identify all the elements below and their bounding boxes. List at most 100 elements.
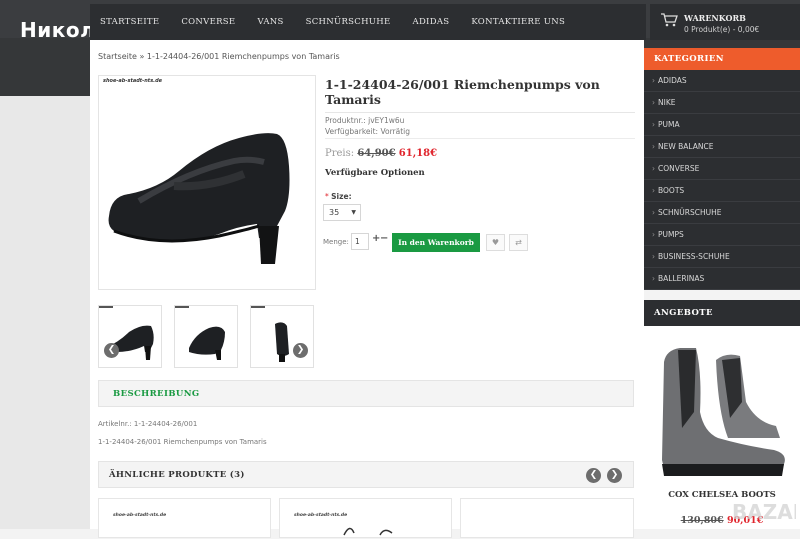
- similar-product-card[interactable]: shoe-ab-stadt-nts.de: [279, 498, 452, 538]
- offers-title: ANGEBOTE: [644, 300, 800, 326]
- price-new: 61,18€: [398, 148, 438, 159]
- page: Николай Startseite Converse Vans Schnürs…: [0, 0, 800, 538]
- thumbnail-strip: ❮ ❯: [98, 305, 316, 369]
- similar-products-title: ÄHNLICHE PRODUKTE (3): [109, 470, 245, 480]
- thumb-next-button[interactable]: ❯: [293, 343, 308, 358]
- category-label: ADIDAS: [658, 76, 687, 85]
- quantity-minus-button[interactable]: −: [380, 233, 388, 244]
- thumb-shoe-2: [189, 326, 225, 360]
- thumb-prev-button[interactable]: ❮: [104, 343, 119, 358]
- divider: [325, 112, 635, 113]
- breadcrumb-current[interactable]: 1-1-24404-26/001 Riemchenpumps von Tamar…: [147, 52, 340, 61]
- add-to-cart-button[interactable]: In den Warenkorb: [392, 233, 480, 252]
- category-new-balance[interactable]: › NEW BALANCE: [644, 136, 800, 158]
- category-list: › ADIDAS › NIKE › PUMA › NEW BALANCE › CONVER…: [644, 70, 800, 290]
- category-puma[interactable]: › PUMA: [644, 114, 800, 136]
- size-label-text: Size:: [331, 192, 352, 201]
- offer-price-old: 130,80€: [680, 515, 724, 526]
- chevron-down-icon: ▼: [351, 209, 356, 216]
- availability: Verfügbarkeit: Vorrätig: [325, 127, 411, 136]
- cart-icon: [661, 13, 678, 27]
- price-row: Preis: 64,90€ 61,18€: [325, 148, 437, 159]
- similar-next-button[interactable]: ❯: [607, 468, 622, 483]
- nav-item-vans[interactable]: Vans: [246, 17, 294, 27]
- compare-button[interactable]: ⇄: [509, 234, 528, 251]
- category-pumps[interactable]: › PUMPS: [644, 224, 800, 246]
- chevron-right-icon: ›: [652, 142, 655, 151]
- thumbnail-3[interactable]: [250, 305, 314, 368]
- chevron-right-icon: ›: [652, 98, 655, 107]
- divider: [325, 138, 635, 139]
- size-select[interactable]: 35 ▼: [323, 204, 361, 221]
- category-business-schuhe[interactable]: › BUSINESS-SCHUHE: [644, 246, 800, 268]
- cart-summary: 0 Produkt(e) - 0,00€: [684, 25, 760, 34]
- price-label: Preis:: [325, 148, 355, 159]
- product-number: Produktnr.: jvEY1w6u: [325, 116, 405, 125]
- required-marker: *: [325, 192, 329, 201]
- description-title: BESCHREIBUNG: [113, 389, 200, 399]
- nav-item-adidas[interactable]: Adidas: [402, 17, 461, 27]
- thumb-shoe-1: [105, 325, 154, 360]
- nav-item-kontakt[interactable]: Kontaktiere uns: [460, 17, 576, 27]
- compare-icon: ⇄: [515, 238, 522, 247]
- size-value: 35: [329, 208, 340, 217]
- offer-boot-image[interactable]: [656, 342, 790, 482]
- category-label: PUMA: [658, 120, 680, 129]
- shoe-image: [343, 527, 393, 536]
- corner-logo: BAZAR: [732, 500, 796, 524]
- sidebar: KATEGORIEN › ADIDAS › NIKE › PUMA › NEW BALA…: [644, 48, 800, 290]
- chevron-right-icon: ›: [652, 252, 655, 261]
- price-old: 64,90€: [357, 148, 396, 159]
- quantity-label: Menge:: [323, 238, 349, 246]
- category-ballerinas[interactable]: › BALLERINAS: [644, 268, 800, 290]
- category-adidas[interactable]: › ADIDAS: [644, 70, 800, 92]
- main-nav: Startseite Converse Vans Schnürschuhe Ad…: [90, 4, 646, 40]
- chevron-right-icon: ›: [652, 76, 655, 85]
- category-converse[interactable]: › CONVERSE: [644, 158, 800, 180]
- chevron-right-icon: ›: [652, 164, 655, 173]
- card-logo: shoe-ab-stadt-nts.de: [113, 513, 167, 518]
- breadcrumb-home[interactable]: Startseite: [98, 52, 137, 61]
- nav-item-schnuerschuhe[interactable]: Schnürschuhe: [295, 17, 402, 27]
- svg-text:BAZAR: BAZAR: [732, 500, 796, 524]
- heart-icon: ♥: [491, 238, 500, 247]
- category-label: NIKE: [658, 98, 676, 107]
- product-title: 1-1-24404-26/001 Riemchenpumps von Tamar…: [325, 77, 600, 107]
- category-boots[interactable]: › BOOTS: [644, 180, 800, 202]
- wishlist-button[interactable]: ♥: [486, 234, 505, 251]
- article-number: Artikelnr.: 1-1-24404-26/001: [98, 420, 198, 428]
- category-label: BALLERINAS: [658, 274, 705, 283]
- similar-products-bar: ÄHNLICHE PRODUKTE (3) ❮ ❯: [98, 461, 634, 488]
- cart-title: WARENKORB: [684, 13, 746, 23]
- cart-widget[interactable]: WARENKORB 0 Produkt(e) - 0,00€: [650, 4, 800, 40]
- category-schnuerschuhe[interactable]: › SCHNÜRSCHUHE: [644, 202, 800, 224]
- similar-prev-button[interactable]: ❮: [586, 468, 601, 483]
- nav-item-startseite[interactable]: Startseite: [90, 17, 170, 27]
- category-label: BOOTS: [658, 186, 685, 195]
- quantity-input[interactable]: 1: [351, 233, 369, 250]
- nav-item-converse[interactable]: Converse: [170, 17, 246, 27]
- size-label: * Size:: [325, 192, 352, 201]
- similar-product-card[interactable]: [460, 498, 634, 538]
- category-label: CONVERSE: [658, 164, 700, 173]
- thumbnail-2[interactable]: [174, 305, 238, 368]
- card-logo: shoe-ab-stadt-nts.de: [294, 513, 348, 518]
- shoe-image: [108, 133, 290, 264]
- category-label: SCHNÜRSCHUHE: [658, 208, 722, 217]
- options-title: Verfügbare Optionen: [325, 168, 425, 178]
- chevron-right-icon: ›: [652, 230, 655, 239]
- category-label: BUSINESS-SCHUHE: [658, 252, 730, 261]
- thumb-shoe-3: [275, 322, 289, 362]
- category-nike[interactable]: › NIKE: [644, 92, 800, 114]
- thumbnail-1[interactable]: [98, 305, 162, 368]
- chevron-right-icon: ›: [652, 120, 655, 129]
- image-logo: shoe-ab-stadt-nts.de: [103, 78, 163, 84]
- similar-product-card[interactable]: shoe-ab-stadt-nts.de: [98, 498, 271, 538]
- chevron-right-icon: ›: [652, 274, 655, 283]
- product-main-image[interactable]: shoe-ab-stadt-nts.de: [98, 75, 316, 290]
- offers-panel: ANGEBOTE COX CHELSEA BOOTS 130,80€ 90,01…: [644, 300, 800, 529]
- description-text: 1-1-24404-26/001 Riemchenpumps von Tamar…: [98, 438, 267, 446]
- breadcrumb: Startseite » 1-1-24404-26/001 Riemchenpu…: [98, 52, 340, 61]
- category-label: PUMPS: [658, 230, 684, 239]
- description-tab[interactable]: BESCHREIBUNG: [98, 380, 634, 407]
